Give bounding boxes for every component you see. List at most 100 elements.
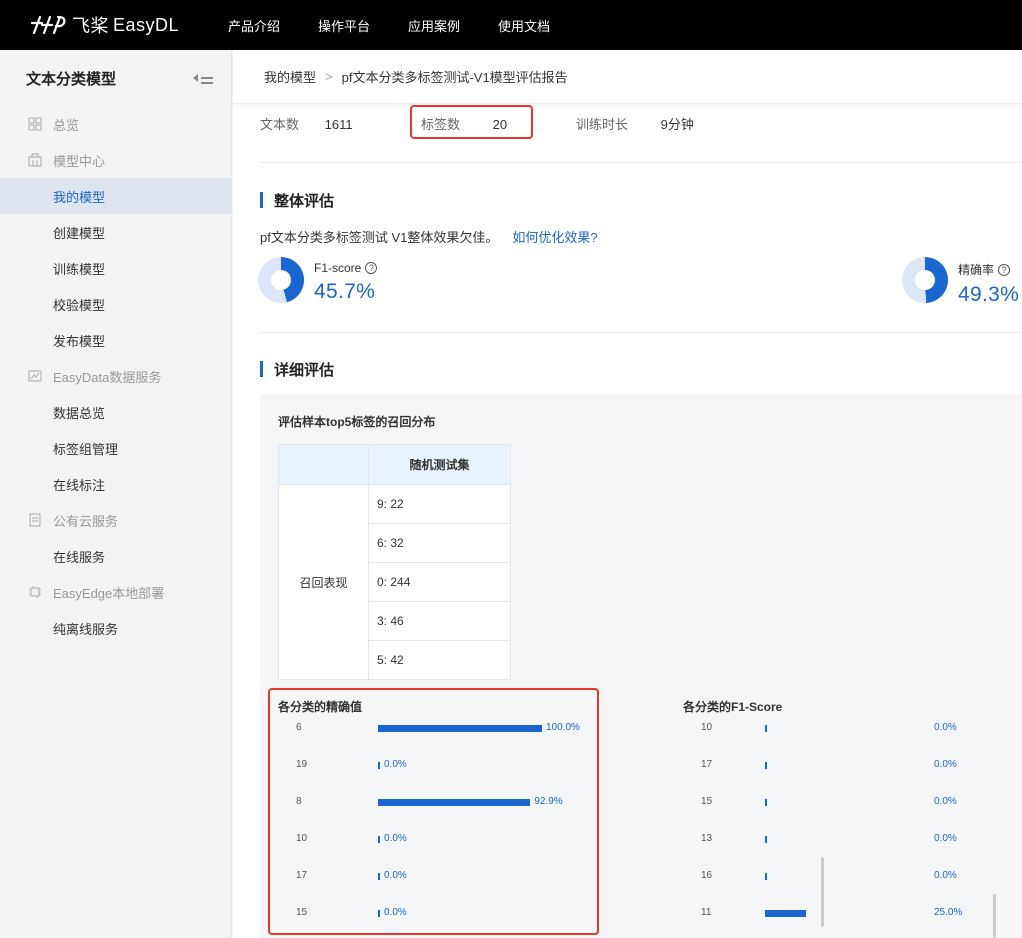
paddle-logo-icon	[30, 13, 70, 37]
bar	[378, 725, 542, 732]
building-icon	[28, 153, 42, 167]
sidebar-item-6[interactable]: 发布模型	[0, 322, 231, 358]
stat-label: 标签数	[421, 117, 461, 132]
sidebar-item-9[interactable]: 标签组管理	[0, 430, 231, 466]
chart-scrollbar[interactable]	[993, 894, 996, 938]
bar-row: 10 0.0%	[683, 722, 983, 759]
nav-link-product-intro[interactable]: 产品介绍	[209, 16, 299, 35]
recall-distribution-title: 评估样本top5标签的召回分布	[278, 415, 436, 429]
sidebar-item-label: 模型中心	[53, 153, 106, 169]
bar	[765, 725, 767, 732]
bar-category-label: 15	[296, 907, 308, 918]
collapse-sidebar-icon[interactable]	[193, 71, 213, 85]
bar-value-label: 0.0%	[934, 759, 957, 770]
sidebar-item-label: EasyEdge本地部署	[53, 585, 165, 601]
sidebar-item-2[interactable]: 我的模型	[0, 178, 231, 214]
table-header-empty	[278, 444, 369, 485]
precision-per-class-chart: 各分类的精确值 6 100.0% 19 0.0% 8 92.9% 10 0.0% 17 0.0% 1…	[278, 698, 580, 938]
overall-desc-text: pf文本分类多标签测试 V1整体效果欠佳。	[260, 230, 499, 245]
sidebar-item-4[interactable]: 训练模型	[0, 250, 231, 286]
stat-text-count: 文本数 1611	[260, 114, 353, 133]
precision-value: 49.3%	[958, 283, 1020, 306]
bar-category-label: 8	[296, 796, 302, 807]
bar-value-label: 25.0%	[934, 907, 963, 918]
optimize-help-link[interactable]: 如何优化效果?	[512, 230, 597, 245]
table-header-test-set: 随机测试集	[368, 444, 511, 485]
f1-per-class-chart: 各分类的F1-Score 10 0.0% 17 0.0% 15 0.0% 13 0.0% 16 0…	[683, 698, 983, 938]
bar	[765, 836, 767, 843]
section-title-overall: 整体评估	[260, 190, 334, 211]
sidebar-item-label: 数据总览	[53, 405, 106, 421]
bar-category-label: 17	[701, 759, 713, 770]
bar-category-label: 19	[296, 759, 308, 770]
bar	[765, 799, 767, 806]
sidebar-item-0[interactable]: 总览	[0, 106, 231, 142]
sidebar: 文本分类模型 总览模型中心我的模型创建模型训练模型校验模型发布模型 EasyDat…	[0, 50, 232, 938]
sidebar-item-11[interactable]: 公有云服务	[0, 502, 231, 538]
sidebar-item-13[interactable]: EasyEdge本地部署	[0, 574, 231, 610]
sidebar-item-7[interactable]: EasyData数据服务	[0, 358, 231, 394]
bar-row: 16 0.0%	[683, 870, 983, 907]
sidebar-item-14[interactable]: 纯离线服务	[0, 610, 231, 646]
divider	[260, 332, 1022, 333]
logo-cn-text: 飞桨	[72, 16, 109, 36]
f1-value: 45.7%	[314, 280, 376, 303]
top-navigation-bar: 飞桨 EasyDL 产品介绍 操作平台 应用案例 使用文档	[0, 0, 1022, 50]
bar-row: 15 0.0%	[278, 907, 578, 938]
sidebar-item-label: 校验模型	[53, 297, 106, 313]
cloud-icon	[28, 513, 42, 527]
sidebar-item-1[interactable]: 模型中心	[0, 142, 231, 178]
bar-category-label: 10	[296, 833, 308, 844]
bar-category-label: 16	[701, 870, 713, 881]
sidebar-item-label: 我的模型	[53, 189, 106, 205]
sidebar-item-10[interactable]: 在线标注	[0, 466, 231, 502]
breadcrumb-root-link[interactable]: 我的模型	[264, 67, 316, 86]
bar-value-label: 0.0%	[934, 833, 957, 844]
bar-row: 6 100.0%	[278, 722, 580, 759]
chart-title: 各分类的精确值	[278, 700, 363, 714]
sidebar-header: 文本分类模型	[0, 50, 231, 106]
bar-row: 17 0.0%	[683, 759, 983, 796]
help-icon[interactable]: ?	[998, 263, 1011, 276]
dataset-stats: 文本数 1611 标签数 20 训练时长 9分钟	[260, 112, 1022, 162]
recall-value: 0: 244	[368, 562, 511, 602]
table-header-row: 随机测试集	[278, 444, 511, 485]
bar-value-label: 0.0%	[384, 833, 407, 844]
sidebar-item-8[interactable]: 数据总览	[0, 394, 231, 430]
stat-value: 1611	[324, 117, 353, 132]
recall-table: 随机测试集 召回表现 9: 22 6: 32 0: 244 3: 46 5: 4…	[278, 444, 511, 680]
bar	[378, 799, 531, 806]
recall-value: 9: 22	[368, 484, 511, 524]
bar-value-label: 0.0%	[934, 722, 957, 733]
stat-label: 训练时长	[576, 117, 629, 132]
sidebar-item-12[interactable]: 在线服务	[0, 538, 231, 574]
bar-value-label: 100.0%	[546, 722, 580, 733]
sidebar-menu: 总览模型中心我的模型创建模型训练模型校验模型发布模型 EasyData数据服务 数据…	[0, 106, 231, 646]
recall-value: 5: 42	[368, 640, 511, 680]
sidebar-item-label: 标签组管理	[53, 441, 119, 457]
table-row: 召回表现 9: 22	[278, 484, 511, 680]
f1-donut-chart	[258, 257, 304, 303]
section-title-detail: 详细评估	[260, 359, 334, 380]
sidebar-item-label: EasyData数据服务	[53, 369, 162, 385]
nav-link-console[interactable]: 操作平台	[299, 16, 389, 35]
bar-value-label: 0.0%	[384, 907, 407, 918]
bar-row: 8 92.9%	[278, 796, 578, 833]
stat-label: 文本数	[260, 117, 300, 132]
chart-title: 各分类的F1-Score	[683, 700, 783, 714]
sidebar-item-5[interactable]: 校验模型	[0, 286, 231, 322]
sidebar-item-label: 纯离线服务	[53, 621, 119, 637]
recall-value: 6: 32	[368, 523, 511, 563]
stat-train-time: 训练时长 9分钟	[576, 114, 694, 133]
nav-link-docs[interactable]: 使用文档	[479, 16, 569, 35]
grid-icon	[28, 117, 42, 131]
bar-row: 17 0.0%	[278, 870, 578, 907]
easydl-logo[interactable]: 飞桨 EasyDL	[30, 0, 179, 50]
sidebar-item-3[interactable]: 创建模型	[0, 214, 231, 250]
sidebar-item-label: 创建模型	[53, 225, 106, 241]
help-icon[interactable]: ?	[365, 262, 378, 274]
bar-value-label: 0.0%	[934, 796, 957, 807]
nav-link-cases[interactable]: 应用案例	[389, 16, 479, 35]
bar	[765, 873, 767, 880]
bar-row: 11 25.0%	[683, 907, 983, 938]
